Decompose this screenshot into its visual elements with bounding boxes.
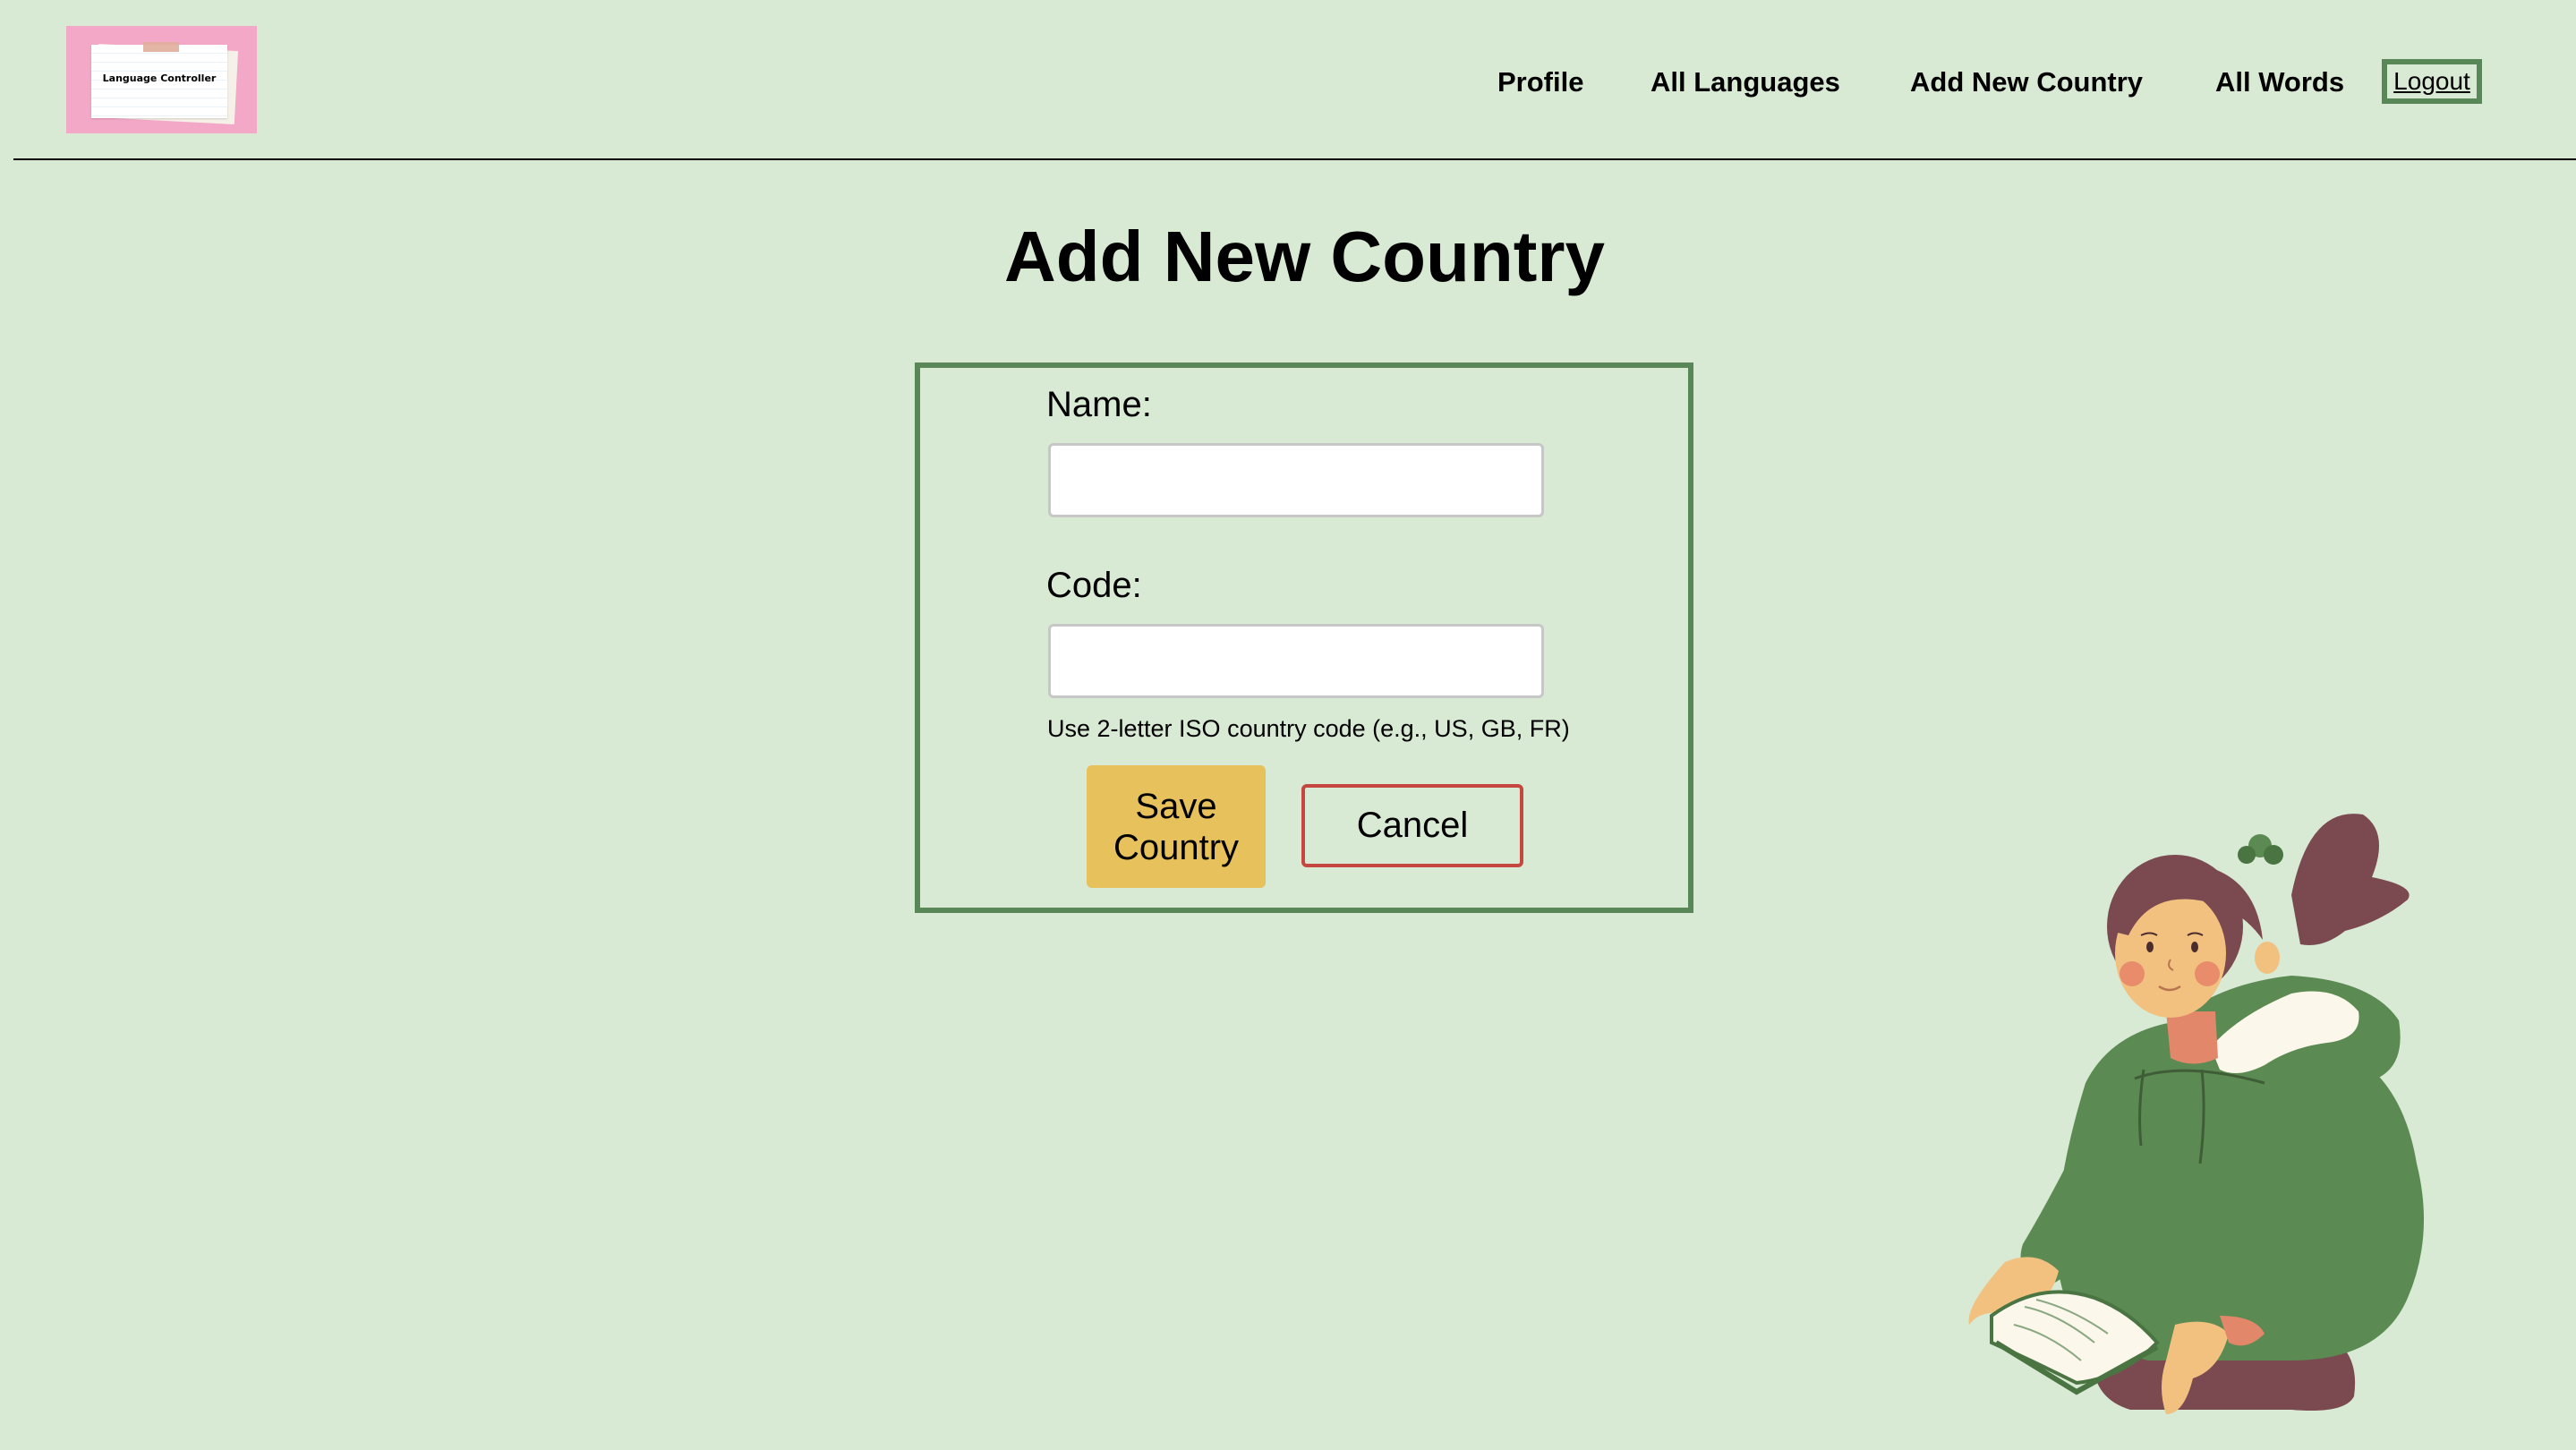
top-nav: Profile All Languages Add New Country Al… [0,59,2576,113]
nav-link-all-languages[interactable]: All Languages [1651,66,1840,98]
header-divider [13,158,2576,160]
logo-tape [143,42,179,52]
save-country-button[interactable]: Save Country [1087,765,1266,888]
nav-link-all-words[interactable]: All Words [2215,66,2344,98]
page-title: Add New Country [1003,217,1606,296]
code-label: Code: [1046,566,1142,605]
nav-link-profile[interactable]: Profile [1497,66,1583,98]
name-label: Name: [1046,385,1152,424]
cancel-button[interactable]: Cancel [1301,784,1523,867]
code-hint: Use 2-letter ISO country code (e.g., US,… [1047,715,1570,742]
nav-link-add-new-country[interactable]: Add New Country [1910,66,2143,98]
code-input[interactable] [1048,624,1544,698]
name-input[interactable] [1048,443,1544,517]
girl-reading-illustration [1968,814,2424,1414]
logout-button[interactable]: Logout [2382,59,2482,104]
